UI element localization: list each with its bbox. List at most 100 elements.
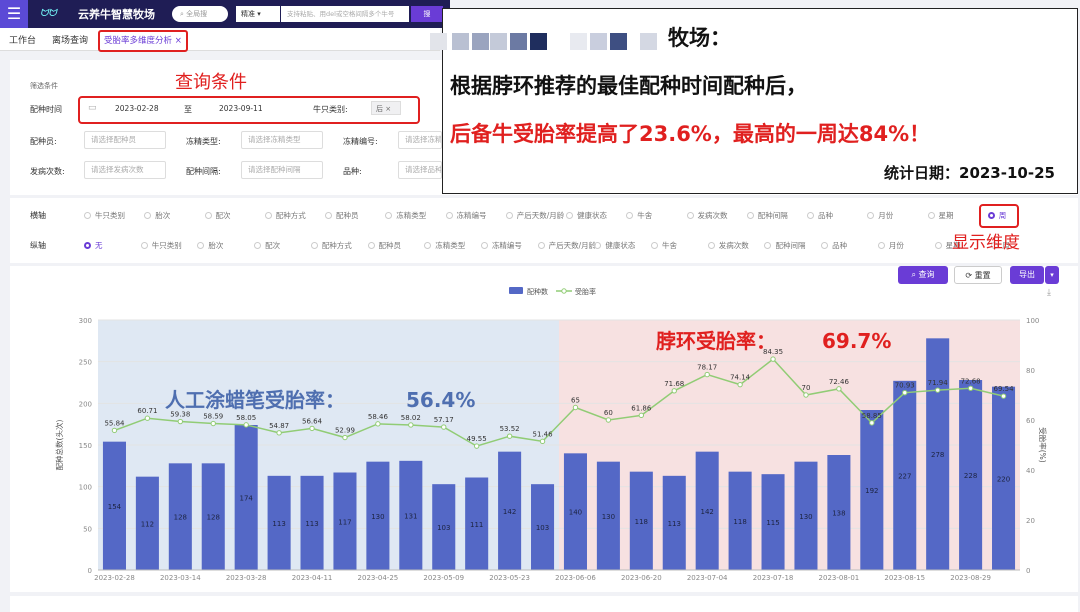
radio-icon[interactable]	[686, 212, 694, 219]
rate-point	[704, 371, 710, 378]
radio-icon[interactable]	[144, 212, 152, 219]
cattle-type-tag[interactable]: 后 ×	[371, 101, 401, 115]
x-axis-option[interactable]: 星期	[927, 210, 954, 221]
y-axis-option[interactable]: 配种方式	[310, 240, 352, 251]
semen-no-select[interactable]: 请选择冻精	[398, 131, 442, 149]
radio-icon[interactable]	[140, 242, 148, 249]
y-axis-option[interactable]: 配种间隔	[764, 240, 805, 251]
y-axis-option[interactable]: 胎次	[197, 240, 223, 251]
date-start-input[interactable]: 2023-02-28	[115, 104, 159, 113]
radio-icon[interactable]	[84, 212, 91, 219]
legend-bar-label: 配种数	[527, 287, 548, 296]
radio-icon[interactable]	[594, 242, 602, 249]
radio-icon[interactable]	[385, 212, 393, 219]
radio-icon[interactable]	[204, 212, 212, 219]
bar-value-label: 118	[635, 518, 648, 526]
radio-icon[interactable]	[934, 242, 942, 249]
radio-icon[interactable]	[445, 212, 453, 219]
radio-icon[interactable]	[867, 212, 875, 219]
x-axis-option[interactable]: 产后天数/月龄	[505, 210, 564, 221]
y-axis-option[interactable]: 冻精编号	[480, 240, 522, 251]
x-axis-option[interactable]: 冻精编号	[445, 210, 487, 221]
x-axis-option[interactable]: 配种方式	[264, 210, 306, 221]
radio-icon[interactable]	[707, 242, 715, 249]
x-axis-option[interactable]: 冻精类型	[385, 210, 426, 221]
radio-icon[interactable]	[626, 212, 634, 219]
tab-conception-analysis[interactable]: 受胎率多维度分析 ×	[98, 30, 188, 52]
date-end-input[interactable]: 2023-09-11	[219, 104, 263, 113]
radio-icon[interactable]	[424, 242, 432, 249]
close-icon[interactable]: ×	[385, 105, 391, 113]
radio-icon[interactable]	[367, 242, 375, 249]
x-axis-option-label: 月份	[878, 211, 894, 220]
radio-icon[interactable]	[505, 212, 513, 219]
radio-icon[interactable]	[264, 212, 272, 219]
x-axis-option[interactable]: 牛舍	[626, 210, 652, 221]
y-axis-option[interactable]: 配次	[254, 240, 280, 251]
y-axis-option[interactable]: 无	[84, 240, 103, 251]
global-search-input[interactable]: ⌕ 全局搜	[172, 6, 228, 22]
rate-value-label: 70.93	[895, 382, 915, 390]
y-axis-option[interactable]: 冻精类型	[424, 240, 465, 251]
rate-point	[144, 415, 151, 421]
tab-workbench[interactable]: 工作台	[9, 33, 36, 46]
radio-icon[interactable]	[746, 212, 754, 219]
radio-icon[interactable]	[651, 242, 659, 249]
radio-icon[interactable]	[197, 242, 205, 249]
estrus-count-select[interactable]: 请选择发病次数	[84, 161, 166, 179]
x-axis-option[interactable]: 健康状态	[566, 210, 607, 221]
rate-point	[210, 420, 216, 427]
radio-icon[interactable]	[807, 212, 814, 219]
y-axis-option-label: 健康状态	[605, 241, 636, 250]
y2-axis-title: 受胎率(%)	[1038, 427, 1048, 463]
radio-icon[interactable]	[310, 242, 318, 249]
y-axis-option[interactable]: 发病次数	[707, 240, 749, 251]
radio-icon[interactable]	[325, 212, 332, 219]
tab-departure-query[interactable]: 离场查询	[52, 33, 88, 46]
y-tick-label: 50	[83, 525, 92, 533]
radio-icon[interactable]	[927, 212, 935, 219]
breed-interval-select[interactable]: 请选择配种间隔	[241, 161, 323, 179]
menu-icon[interactable]: ☰	[0, 0, 28, 28]
radio-icon[interactable]	[764, 242, 772, 249]
radio-icon[interactable]	[480, 242, 488, 249]
x-axis-option[interactable]: 配次	[204, 210, 231, 221]
radio-icon[interactable]	[84, 242, 91, 249]
rate-point	[375, 421, 381, 427]
x-axis-option[interactable]: 配种员	[325, 210, 359, 221]
y-axis-option[interactable]: 配种员	[367, 240, 401, 251]
y-axis-option-label: 冻精编号	[491, 241, 522, 250]
radio-icon[interactable]	[537, 242, 545, 249]
rate-value-label: 58.05	[236, 414, 256, 422]
x-axis-option[interactable]: 配种间隔	[746, 210, 788, 221]
bar-value-label: 174	[239, 495, 253, 503]
y-axis-option[interactable]: 月份	[877, 240, 904, 251]
search-button[interactable]: 搜	[411, 6, 443, 22]
x-tick-label: 2023-04-11	[292, 574, 333, 582]
x-axis-option[interactable]: 品种	[807, 210, 833, 221]
y-axis-option[interactable]: 健康状态	[594, 240, 635, 251]
y-axis-option[interactable]: 牛舍	[651, 240, 677, 251]
x-axis-option[interactable]: 发病次数	[686, 210, 728, 221]
semen-type-select[interactable]: 请选择冻精类型	[241, 131, 323, 149]
filter-section-label: 筛选条件	[30, 82, 58, 90]
y-axis-option[interactable]: 牛只类别	[140, 240, 182, 251]
x-axis-option[interactable]: 牛只类别	[84, 210, 125, 221]
radio-icon[interactable]	[877, 242, 885, 249]
x-axis-option[interactable]: 胎次	[144, 210, 170, 221]
radio-icon[interactable]	[566, 212, 573, 219]
conception-chart: 154 112 128 128 174 113 113 117 130 131 103 111 142 1…	[54, 287, 1048, 582]
radio-icon[interactable]	[821, 242, 829, 249]
inseminator-select[interactable]: 请选择配种员	[84, 131, 166, 149]
y-tick-label: 100	[79, 484, 92, 492]
y-axis-option[interactable]: 产后天数/月龄	[537, 240, 596, 251]
precise-select[interactable]: 精准 ▾	[236, 6, 280, 22]
radio-icon[interactable]	[254, 242, 262, 249]
y-axis-option[interactable]: 品种	[821, 240, 847, 251]
breed-select[interactable]: 请选择品种	[398, 161, 442, 179]
y-axis-option-label: 无	[95, 241, 103, 250]
x-tick-label: 2023-07-04	[687, 574, 728, 582]
x-axis-option[interactable]: 月份	[867, 210, 893, 221]
multi-cattle-search-input[interactable]: 支持粘贴、用del或空格间隔多个牛号	[281, 6, 409, 22]
left-annotation-value: 56.4%	[406, 388, 475, 412]
